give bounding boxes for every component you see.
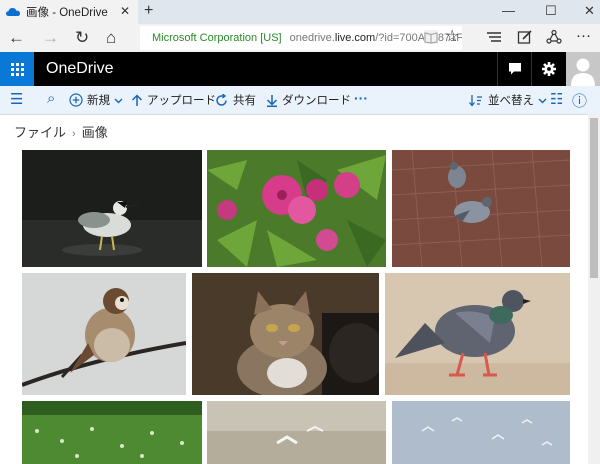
forward-button[interactable]: →	[42, 28, 59, 48]
hub-icon[interactable]	[486, 29, 502, 45]
certificate-label: Microsoft Corporation [US]	[152, 32, 282, 44]
avatar[interactable]	[566, 52, 600, 86]
photo-azalea-thumbnail[interactable]	[207, 150, 386, 267]
close-tab-icon[interactable]: ✕	[120, 4, 130, 18]
photo-heron-thumbnail[interactable]	[22, 150, 202, 267]
list-view-icon[interactable]: ☷	[550, 90, 563, 108]
user-silhouette-icon	[566, 52, 600, 86]
new-label: 新規	[87, 95, 110, 107]
close-window-button[interactable]: ✕	[584, 3, 595, 19]
breadcrumb-separator: ›	[72, 128, 76, 140]
chevron-down-icon	[538, 98, 547, 103]
photo-cat-thumbnail[interactable]	[192, 273, 379, 395]
scrollbar-thumb[interactable]	[590, 118, 598, 278]
share-button[interactable]: 共有	[215, 92, 256, 108]
photo-sparrow-thumbnail[interactable]	[22, 273, 186, 395]
share-label: 共有	[233, 95, 256, 107]
browser-toolbar: ← → ↻ ⌂ Microsoft Corporation [US] onedr…	[0, 24, 600, 52]
browser-tab-active[interactable]: 画像 - OneDrive ✕	[0, 0, 138, 24]
photo-pigeon-thumbnail[interactable]	[385, 273, 570, 395]
command-bar: ☰ ⌕ 新規 アップロード 共有 ダウンロード ··· 並べ替え ☷ ⓘ	[0, 86, 600, 115]
onedrive-cloud-icon	[6, 8, 20, 16]
minimize-button[interactable]: —	[502, 3, 515, 18]
upload-label: アップロード	[147, 95, 216, 107]
feedback-button[interactable]	[497, 52, 532, 86]
more-commands-icon[interactable]: ···	[354, 90, 368, 106]
info-icon[interactable]: ⓘ	[572, 90, 587, 111]
new-tab-button[interactable]: +	[144, 2, 153, 20]
gear-icon	[542, 62, 556, 76]
reading-view-icon[interactable]	[424, 30, 438, 44]
breadcrumb-current: 画像	[81, 125, 108, 140]
tab-title: 画像 - OneDrive	[26, 7, 108, 19]
home-button[interactable]: ⌂	[106, 28, 116, 48]
photo-lawn-thumbnail[interactable]	[22, 401, 202, 464]
settings-button[interactable]	[531, 52, 566, 86]
photo-pigeons-pavement-thumbnail[interactable]	[392, 150, 570, 267]
favorite-star-icon[interactable]: ☆	[445, 26, 459, 46]
plus-circle-icon	[69, 93, 83, 107]
photo-beach-birds-thumbnail[interactable]	[207, 401, 386, 464]
menu-icon[interactable]: ☰	[10, 90, 23, 108]
browser-tab-bar: 画像 - OneDrive ✕ + — ☐ ✕	[0, 0, 600, 24]
download-arrow-icon	[266, 94, 278, 107]
download-label: ダウンロード	[282, 95, 351, 107]
chat-icon	[509, 63, 521, 75]
breadcrumb-root[interactable]: ファイル	[14, 125, 66, 140]
breadcrumb: ファイル › 画像	[14, 122, 108, 141]
chevron-down-icon	[114, 98, 123, 103]
web-note-icon[interactable]	[517, 29, 533, 45]
maximize-button[interactable]: ☐	[545, 3, 557, 19]
back-button[interactable]: ←	[8, 28, 25, 48]
sort-label: 並べ替え	[488, 95, 534, 107]
onedrive-header: OneDrive	[0, 52, 600, 86]
download-button[interactable]: ダウンロード	[266, 92, 351, 108]
address-bar[interactable]: Microsoft Corporation [US] onedrive. live…	[140, 26, 462, 50]
new-button[interactable]: 新規	[69, 92, 123, 108]
brand-title[interactable]: OneDrive	[46, 60, 114, 78]
more-actions-icon[interactable]: ···	[576, 27, 591, 44]
url-prefix: onedrive.	[289, 32, 335, 44]
photo-gulls-sky-thumbnail[interactable]	[392, 401, 570, 464]
share-icon[interactable]	[546, 29, 562, 45]
sort-icon	[469, 94, 482, 107]
upload-button[interactable]: アップロード	[131, 92, 216, 108]
url-domain: live.com	[334, 32, 376, 44]
refresh-button[interactable]: ↻	[75, 28, 89, 48]
upload-arrow-icon	[131, 93, 143, 106]
sort-button[interactable]: 並べ替え	[469, 92, 547, 108]
app-launcher-icon[interactable]	[0, 52, 34, 86]
share-sync-icon	[216, 93, 227, 106]
search-icon[interactable]: ⌕	[47, 90, 55, 107]
